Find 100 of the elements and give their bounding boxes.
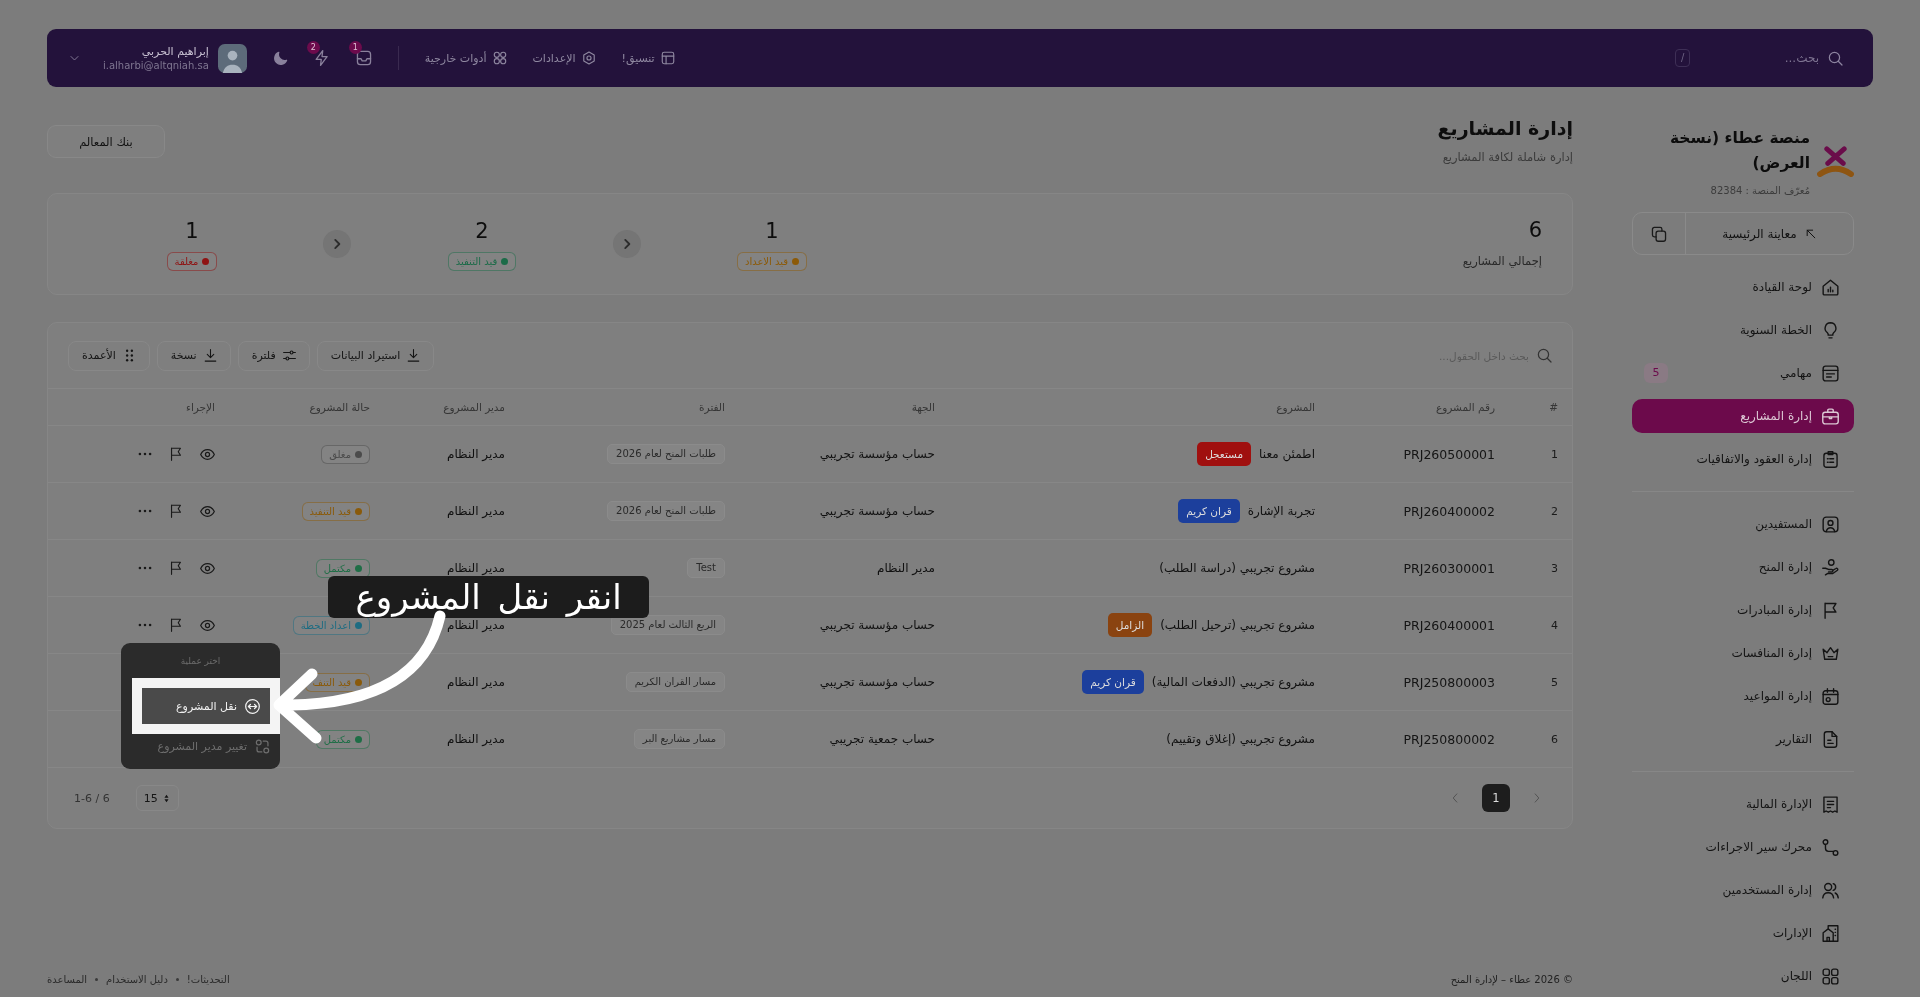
footer-link[interactable]: دليل الاستخدام <box>106 974 168 985</box>
project-name: تجربة الإشارة <box>1247 504 1315 518</box>
milestones-button[interactable]: بنك المعالم <box>47 125 165 158</box>
search-icon <box>1828 50 1843 66</box>
arrow-up-left-icon <box>1804 227 1817 240</box>
header-link[interactable]: تنسيق! <box>621 47 675 69</box>
swap-icon <box>255 738 270 754</box>
eye-icon[interactable] <box>200 617 215 633</box>
more-icon[interactable] <box>138 509 152 513</box>
sidebar-item[interactable]: إدارة المواعيد <box>1632 679 1854 713</box>
manager-name: مدير النظام <box>446 618 505 632</box>
more-icon[interactable] <box>138 452 152 456</box>
sidebar-item[interactable]: المستفيدين <box>1632 507 1854 541</box>
project-code: PRJ250800003 <box>1403 674 1495 690</box>
sidebar-item[interactable]: إدارة المنافسات <box>1632 636 1854 670</box>
page-button[interactable]: 1 <box>1482 784 1510 812</box>
project-name: اطمئن معنا <box>1259 447 1315 461</box>
sidebar-item[interactable]: لوحة القيادة <box>1632 270 1854 304</box>
circle-arrows-icon <box>245 698 260 714</box>
dot-separator-icon <box>95 978 99 981</box>
header-link[interactable]: أدوات خارجية <box>424 47 507 69</box>
column-header: # <box>1549 401 1558 413</box>
footer-link[interactable]: التحديثات! <box>186 974 230 985</box>
flag-icon[interactable] <box>169 618 183 632</box>
sidebar-item[interactable]: التقارير <box>1632 722 1854 756</box>
eye-icon[interactable] <box>200 560 215 576</box>
entity-name: حساب جمعية تجريبي <box>829 732 935 746</box>
footer-link[interactable]: المساعدة <box>47 974 88 985</box>
shortcut-key: / <box>1675 49 1691 67</box>
page-size-select[interactable]: 15 <box>135 785 179 811</box>
stat-value: 2 <box>475 217 489 244</box>
grid-icon <box>1822 967 1839 985</box>
buildings-icon <box>1822 924 1839 942</box>
sidebar-item[interactable]: الإدارة المالية <box>1632 787 1854 821</box>
route-icon <box>1822 838 1839 856</box>
project-name: مشروع تجريبي (دراسة الطلب) <box>1159 561 1315 575</box>
header-link[interactable]: الإعدادات <box>532 47 596 69</box>
notification-count: 2 <box>306 41 320 54</box>
inbox-icon[interactable] <box>355 50 372 66</box>
lightbulb-icon <box>1822 321 1839 339</box>
manager-name: مدير النظام <box>446 504 505 518</box>
entity-name: حساب مؤسسة تجريبي <box>819 447 935 461</box>
users-icon <box>1822 881 1839 899</box>
eye-icon[interactable] <box>200 446 215 462</box>
flag-icon[interactable] <box>169 561 183 575</box>
chevron-right-icon[interactable] <box>613 230 641 258</box>
project-name: مشروع تجريبي (إغلاق وتقييم) <box>1166 732 1315 746</box>
flag-icon[interactable] <box>169 447 183 461</box>
column-header: الإجراء <box>185 401 215 413</box>
search-field[interactable]: بحث... <box>1699 47 1819 69</box>
entity-name: حساب مؤسسة تجريبي <box>819 504 935 518</box>
sidebar-item[interactable]: إدارة المنح <box>1632 550 1854 584</box>
stat-label: إجمالي المشاريع <box>1462 253 1542 270</box>
category-tag: قران كريم <box>1178 499 1240 523</box>
four-circles-icon <box>492 51 507 65</box>
calendar-icon <box>1822 687 1839 705</box>
sidebar-item[interactable]: محرك سير الاجراءات <box>1632 830 1854 864</box>
document-icon <box>1822 730 1839 748</box>
more-icon[interactable] <box>138 623 152 627</box>
menu-item[interactable]: تغيير مدير المشروع <box>121 734 280 758</box>
flag-icon[interactable] <box>169 504 183 518</box>
sidebar-item[interactable]: اللجان <box>1632 959 1854 993</box>
chevron-right-icon[interactable] <box>323 230 351 258</box>
entity-name: حساب مؤسسة تجريبي <box>819 618 935 632</box>
preview-button[interactable]: معاينة الرئيسية <box>1686 213 1853 254</box>
eye-icon[interactable] <box>200 503 215 519</box>
sidebar-item[interactable]: إدارة العقود والاتفاقيات <box>1632 442 1854 476</box>
callout-label: انقر نقل المشروع <box>328 576 649 618</box>
stat-value: 1 <box>185 217 199 244</box>
status-label: قيد التنف <box>312 676 351 688</box>
user-square-icon <box>1822 515 1839 533</box>
manager-name: مدير النظام <box>446 675 505 689</box>
toolbar-button[interactable]: نسخة <box>156 340 231 371</box>
toolbar-button[interactable]: فلترة <box>237 340 310 371</box>
copy-icon[interactable] <box>1651 225 1667 242</box>
row-number: 4 <box>1551 618 1558 632</box>
status-label: مكتمل <box>323 733 351 745</box>
sidebar-item[interactable]: إدارة المبادرات <box>1632 593 1854 627</box>
project-name: مشروع تجريبي (الدفعات المالية) <box>1151 675 1315 689</box>
sidebar-item[interactable]: إدارة المستخدمين <box>1632 873 1854 907</box>
period-tag: الربع الثالث لعام 2025 <box>610 615 725 635</box>
list-window-icon <box>1822 364 1839 382</box>
manager-name: مدير النظام <box>446 732 505 746</box>
sidebar-item[interactable]: الإدارات <box>1632 916 1854 950</box>
more-icon[interactable] <box>138 566 152 570</box>
column-header: الجهة <box>911 401 935 413</box>
avatar-icon[interactable] <box>217 43 247 73</box>
copyright-text: © 2026 عطاء – لإدارة المنح <box>1450 974 1573 985</box>
project-code: PRJ260500001 <box>1403 446 1495 462</box>
moon-icon[interactable] <box>272 50 288 66</box>
toolbar-button[interactable]: الأعمدة <box>68 340 150 371</box>
status-label: مغلقة <box>174 255 199 267</box>
column-header: الفترة <box>699 401 725 413</box>
lightning-icon[interactable] <box>313 50 330 66</box>
clipboard-list-icon <box>1822 450 1839 468</box>
sidebar-item[interactable]: الخطة السنوية <box>1632 313 1854 347</box>
menu-item[interactable]: نقل المشروع <box>142 688 270 724</box>
period-tag: مسار القران الكريم <box>625 672 725 692</box>
toolbar-button[interactable]: استيراد البيانات <box>316 340 435 371</box>
sidebar-item[interactable]: إدارة المشاريع <box>1632 399 1854 433</box>
